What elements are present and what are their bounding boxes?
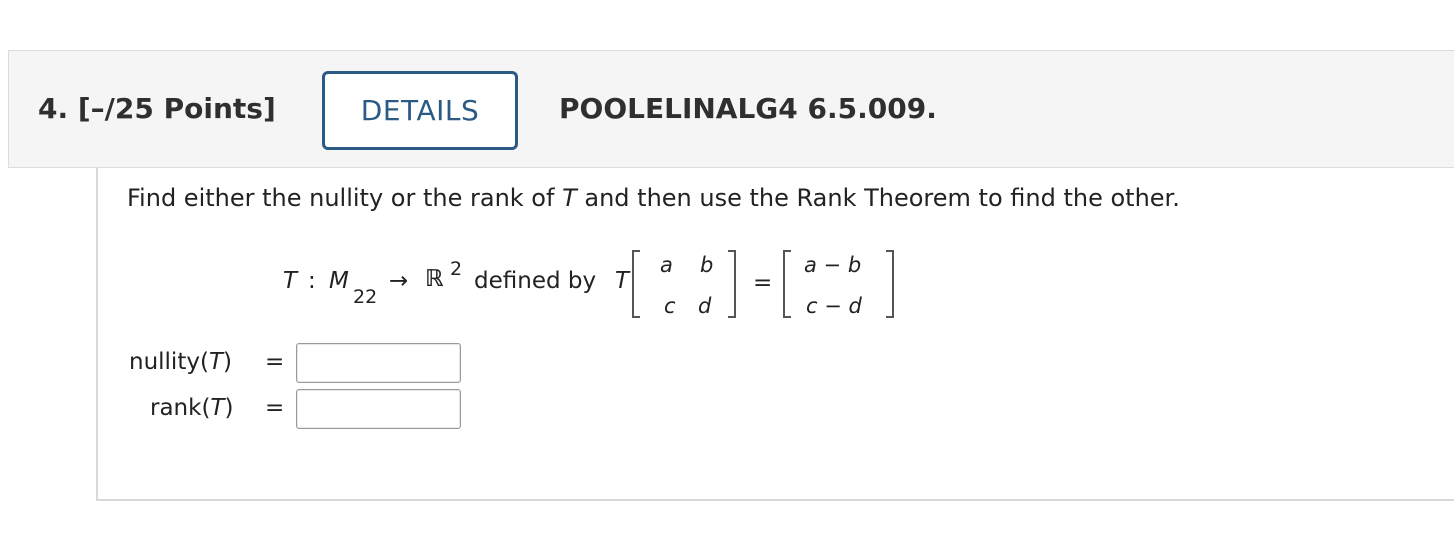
- math-arrow: →: [389, 268, 409, 294]
- lhs-b: b: [700, 253, 714, 277]
- math-R: ℝ: [425, 266, 444, 292]
- nullity-label: nullity(T): [129, 349, 232, 375]
- rhs-bracket-right: [886, 250, 894, 318]
- lhs-bracket-right: [728, 250, 736, 318]
- rank-equals: =: [265, 395, 285, 421]
- nullity-equals: =: [265, 349, 285, 375]
- nullity-label-suffix: ): [223, 349, 232, 375]
- nullity-label-prefix: nullity(: [129, 349, 209, 375]
- rhs-bottom: c − d: [806, 294, 862, 318]
- rank-label: rank(T): [150, 395, 233, 421]
- math-equals: =: [753, 270, 773, 296]
- lhs-bracket-left: [632, 250, 640, 318]
- question-body: [96, 168, 1454, 501]
- rank-input[interactable]: [296, 389, 461, 429]
- math-T: T: [283, 268, 298, 294]
- rank-label-prefix: rank(: [150, 395, 211, 421]
- math-M: M: [329, 268, 349, 294]
- rank-label-var: T: [210, 395, 225, 421]
- question-reference: POOLELINALG4 6.5.009.: [559, 92, 937, 125]
- rhs-top: a − b: [804, 253, 862, 277]
- lhs-c: c: [664, 294, 676, 318]
- math-M-subscript: 22: [353, 286, 378, 308]
- math-colon: :: [308, 268, 316, 294]
- question-prompt: Find either the nullity or the rank of T…: [127, 184, 1180, 212]
- rank-label-suffix: ): [224, 395, 234, 421]
- math-defined-by: defined by: [474, 268, 597, 294]
- prompt-before: Find either the nullity or the rank of: [127, 184, 563, 212]
- math-R-superscript: 2: [450, 258, 463, 280]
- lhs-d: d: [698, 294, 712, 318]
- nullity-input[interactable]: [296, 343, 461, 383]
- question-number-points: 4. [–/25 Points]: [38, 92, 276, 125]
- prompt-var-T: T: [562, 184, 577, 212]
- prompt-after: and then use the Rank Theorem to find th…: [576, 184, 1180, 212]
- lhs-a: a: [660, 253, 673, 277]
- math-T2: T: [615, 268, 630, 294]
- nullity-label-var: T: [208, 349, 223, 375]
- details-button[interactable]: DETAILS: [322, 71, 518, 150]
- rhs-bracket-left: [783, 250, 791, 318]
